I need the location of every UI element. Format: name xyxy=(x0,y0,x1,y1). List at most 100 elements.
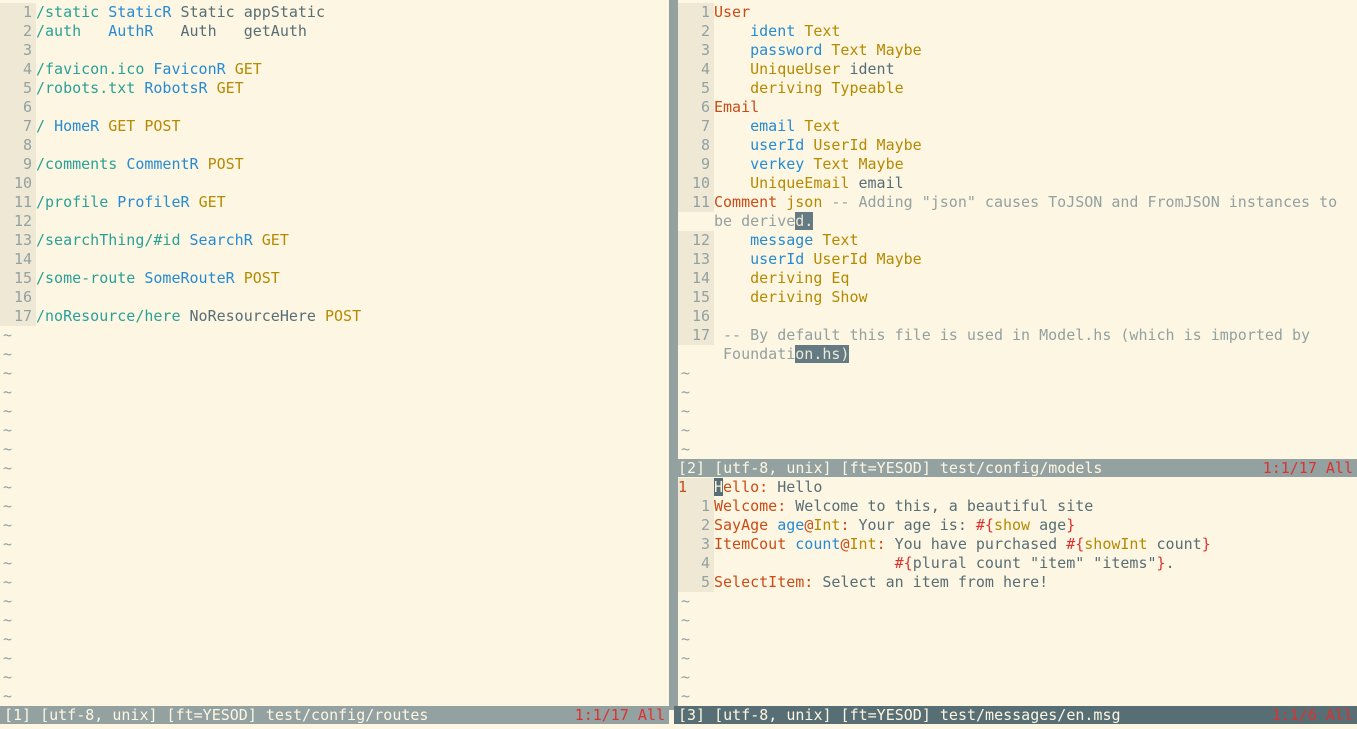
code-token: POST xyxy=(325,307,362,325)
code-line[interactable]: 1 Hello: Hello xyxy=(678,478,1357,497)
empty-line-marker: ~ xyxy=(3,383,13,401)
code-line[interactable]: 16 xyxy=(0,288,669,307)
empty-line-marker: ~ xyxy=(3,535,13,553)
code-line[interactable]: 9 verkey Text Maybe xyxy=(678,155,1357,174)
code-line[interactable]: 5/robots.txt RobotsR GET xyxy=(0,79,669,98)
code-line[interactable]: 4/favicon.ico FaviconR GET xyxy=(0,60,669,79)
code-line[interactable]: 2/auth AuthR Auth getAuth xyxy=(0,22,669,41)
code-token: Text xyxy=(804,22,841,40)
line-number: 1 xyxy=(678,478,714,497)
line-number: 10 xyxy=(0,174,36,193)
code-line[interactable]: Foundation.hs) xyxy=(678,345,1357,364)
empty-line-marker: ~ xyxy=(3,554,13,572)
routes-window[interactable]: 1/static StaticR Static appStatic 2/auth … xyxy=(0,3,669,706)
vertical-split-separator[interactable] xyxy=(669,0,678,710)
code-token: count xyxy=(1147,535,1202,553)
line-number: 11 xyxy=(0,193,36,212)
code-line[interactable]: 3 password Text Maybe xyxy=(678,41,1357,60)
line-number: 7 xyxy=(0,117,36,136)
code-token: #{ xyxy=(1066,535,1085,553)
code-token: GET xyxy=(261,231,289,249)
code-line[interactable]: 14 xyxy=(0,250,669,269)
code-line[interactable]: 2 ident Text xyxy=(678,22,1357,41)
empty-line-marker: ~ xyxy=(681,649,691,667)
code-line[interactable]: 17/noResource/here NoResourceHere POST xyxy=(0,307,669,326)
code-token: showInt xyxy=(1084,535,1148,553)
line-number: 12 xyxy=(0,212,36,231)
visual-selection: d. xyxy=(795,212,814,230)
code-line[interactable]: 11 Comment json -- Adding "json" causes T… xyxy=(678,193,1357,212)
code-token: Hello xyxy=(777,478,823,496)
code-line[interactable]: 14 deriving Eq xyxy=(678,269,1357,288)
line-number: 1 xyxy=(0,3,36,22)
code-line[interactable]: 3 xyxy=(0,41,669,60)
status-position: 1:1/17 All xyxy=(1262,459,1353,477)
code-line[interactable]: 4 #{plural count "item" "items"}. xyxy=(678,554,1357,573)
code-token: Email xyxy=(714,98,760,116)
code-line[interactable]: 1 User xyxy=(678,3,1357,22)
code-token: UniqueUser xyxy=(714,60,850,78)
code-line[interactable]: 10 xyxy=(0,174,669,193)
code-token: : xyxy=(840,516,859,534)
messages-window[interactable]: 1 Hello: Hello 1 Welcome: Welcome to this, … xyxy=(678,478,1357,706)
code-token: count xyxy=(795,535,841,553)
code-line[interactable]: 15/some-route SomeRouteR POST xyxy=(0,269,669,288)
empty-line-marker: ~ xyxy=(3,478,13,496)
code-line[interactable]: 13/searchThing/#id SearchR GET xyxy=(0,231,669,250)
code-token: deriving Show xyxy=(714,288,868,306)
models-buffer[interactable]: 1 User 2 ident Text 3 password Text Maybe 4 … xyxy=(678,3,1357,459)
code-line[interactable]: 3 ItemCout count@Int: You have purchased … xyxy=(678,535,1357,554)
empty-line-marker: ~ xyxy=(681,383,691,401)
code-line[interactable]: 10 UniqueEmail email xyxy=(678,174,1357,193)
code-token: CommentR xyxy=(126,155,208,173)
models-window[interactable]: 1 User 2 ident Text 3 password Text Maybe 4 … xyxy=(678,3,1357,459)
routes-buffer[interactable]: 1/static StaticR Static appStatic 2/auth … xyxy=(0,3,669,706)
code-line[interactable]: 11/profile ProfileR GET xyxy=(0,193,669,212)
code-line[interactable]: 17 -- By default this file is used in Mo… xyxy=(678,326,1357,345)
code-line[interactable]: 2 SayAge age@Int: Your age is: #{show age… xyxy=(678,516,1357,535)
line-number: 2 xyxy=(0,22,36,41)
code-line[interactable]: 1 Welcome: Welcome to this, a beautiful s… xyxy=(678,497,1357,516)
line-number: 12 xyxy=(678,231,714,250)
empty-line-marker: ~ xyxy=(681,630,691,648)
line-number: 8 xyxy=(678,136,714,155)
messages-buffer[interactable]: 1 Hello: Hello 1 Welcome: Welcome to this, … xyxy=(678,478,1357,706)
line-number: 13 xyxy=(0,231,36,250)
code-line[interactable]: 8 userId UserId Maybe xyxy=(678,136,1357,155)
code-line[interactable]: 6 Email xyxy=(678,98,1357,117)
code-line[interactable]: 9/comments CommentR POST xyxy=(0,155,669,174)
code-line[interactable]: be derived. xyxy=(678,212,1357,231)
code-line[interactable]: 6 xyxy=(0,98,669,117)
code-line[interactable]: 12 message Text xyxy=(678,231,1357,250)
code-token: HomeR xyxy=(54,117,109,135)
status-file-info: [1] [utf-8, unix] [ft=YESOD] test/config… xyxy=(4,706,429,724)
code-token: deriving Eq xyxy=(714,269,850,287)
code-token: be derive xyxy=(714,212,796,230)
code-token: AuthR xyxy=(108,22,181,40)
code-token: Static appStatic xyxy=(180,3,326,21)
code-line[interactable]: 13 userId UserId Maybe xyxy=(678,250,1357,269)
code-line[interactable]: 15 deriving Show xyxy=(678,288,1357,307)
code-token: UserId Maybe xyxy=(813,136,922,154)
code-line[interactable]: 8 xyxy=(0,136,669,155)
code-line[interactable]: 5 deriving Typeable xyxy=(678,79,1357,98)
code-token: Int xyxy=(849,535,877,553)
line-number: 13 xyxy=(678,250,714,269)
line-number: 11 xyxy=(678,193,714,212)
code-token: /favicon.ico xyxy=(36,60,154,78)
code-line[interactable]: 16 xyxy=(678,307,1357,326)
empty-line-marker: ~ xyxy=(3,440,13,458)
code-line[interactable]: 12 xyxy=(0,212,669,231)
code-token: /some-route xyxy=(36,269,145,287)
code-token: /static xyxy=(36,3,109,21)
code-line[interactable]: 7/ HomeR GET POST xyxy=(0,117,669,136)
empty-line-marker: ~ xyxy=(3,364,13,382)
code-token: Text xyxy=(822,231,859,249)
code-line[interactable]: 1/static StaticR Static appStatic xyxy=(0,3,669,22)
routes-status-line: [1] [utf-8, unix] [ft=YESOD] test/config… xyxy=(0,706,669,724)
code-line[interactable]: 5 SelectItem: Select an item from here! xyxy=(678,573,1357,592)
code-line[interactable]: 4 UniqueUser ident xyxy=(678,60,1357,79)
line-number: 17 xyxy=(0,307,36,326)
code-token: FaviconR xyxy=(153,60,235,78)
code-line[interactable]: 7 email Text xyxy=(678,117,1357,136)
